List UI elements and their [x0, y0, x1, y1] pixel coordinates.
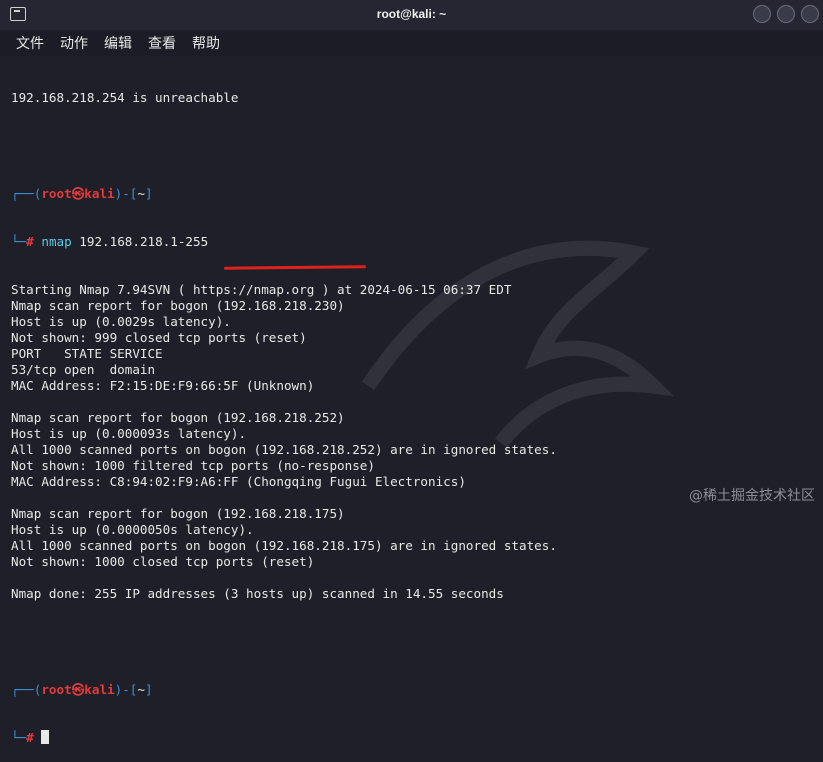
input-line[interactable]: └─#	[11, 730, 823, 746]
maximize-button[interactable]	[777, 5, 795, 23]
prompt-user: root	[41, 186, 72, 201]
output-line: Nmap scan report for bogon (192.168.218.…	[11, 410, 345, 425]
output-line: All 1000 scanned ports on bogon (192.168…	[11, 442, 557, 457]
terminal-line: 192.168.218.254 is unreachable	[11, 90, 239, 105]
output-line: Host is up (0.000093s latency).	[11, 426, 247, 441]
output-line: Host is up (0.0000050s latency).	[11, 522, 254, 537]
prompt-at: ㉿	[71, 682, 85, 697]
output-line: MAC Address: F2:15:DE:F9:66:5F (Unknown)	[11, 378, 315, 393]
output-line: Host is up (0.0029s latency).	[11, 314, 231, 329]
output-line: 53/tcp open domain	[11, 362, 156, 377]
command-name: nmap	[41, 234, 72, 249]
text-cursor	[41, 730, 50, 744]
prompt-host: kali	[84, 186, 115, 201]
prompt-symbol: #	[26, 730, 34, 745]
window-titlebar: root@kali: ~	[0, 0, 823, 30]
menu-view[interactable]: 查看	[148, 33, 176, 53]
terminal-output[interactable]: 192.168.218.254 is unreachable ┌──(root㉿…	[11, 58, 823, 745]
output-line: Nmap done: 255 IP addresses (3 hosts up)…	[11, 586, 504, 601]
prompt-dir: ~	[137, 186, 145, 201]
prompt-symbol: #	[26, 234, 34, 249]
prompt-user: root	[41, 682, 72, 697]
output-line: Nmap scan report for bogon (192.168.218.…	[11, 506, 345, 521]
menu-action[interactable]: 动作	[60, 33, 88, 53]
prompt-host: kali	[84, 682, 115, 697]
command-line: └─# nmap 192.168.218.1-255	[11, 234, 209, 249]
prompt-dir: ~	[137, 682, 145, 697]
command-args: 192.168.218.1-255	[71, 234, 209, 249]
window-title: root@kali: ~	[376, 7, 447, 21]
watermark-text: @稀土掘金技术社区	[689, 488, 815, 504]
output-line: PORT STATE SERVICE	[11, 346, 163, 361]
output-line: Not shown: 999 closed tcp ports (reset)	[11, 330, 307, 345]
output-line: Starting Nmap 7.94SVN ( https://nmap.org…	[11, 282, 512, 297]
output-line: All 1000 scanned ports on bogon (192.168…	[11, 538, 557, 553]
minimize-button[interactable]	[753, 5, 771, 23]
output-line: Nmap scan report for bogon (192.168.218.…	[11, 298, 345, 313]
prompt-line: ┌──(root㉿kali)-[~]	[11, 186, 153, 201]
close-button[interactable]	[801, 5, 819, 23]
scan-output: Starting Nmap 7.94SVN ( https://nmap.org…	[11, 282, 823, 602]
menu-help[interactable]: 帮助	[192, 33, 220, 53]
menu-bar: 文件 动作 编辑 查看 帮助	[0, 30, 823, 56]
prompt-line-2: ┌──(root㉿kali)-[~]	[11, 682, 153, 697]
menu-edit[interactable]: 编辑	[104, 33, 132, 53]
prompt-at: ㉿	[71, 186, 85, 201]
output-line: Not shown: 1000 closed tcp ports (reset)	[11, 554, 315, 569]
output-line: Not shown: 1000 filtered tcp ports (no-r…	[11, 458, 375, 473]
menu-file[interactable]: 文件	[16, 33, 44, 53]
